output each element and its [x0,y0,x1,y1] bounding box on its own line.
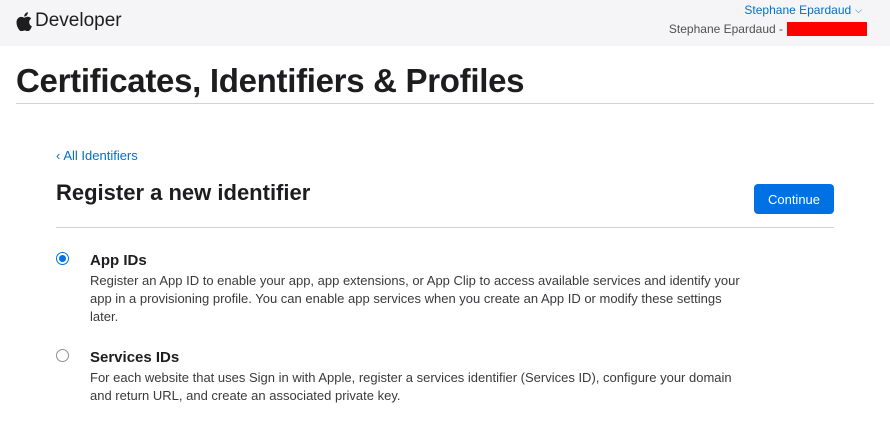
brand-label: Developer [35,10,122,31]
account-menu[interactable]: Stephane Epardaud ⌵ [744,3,862,17]
option-description: Register an App ID to enable your app, a… [90,273,740,324]
chevron-down-icon: ⌵ [855,4,862,15]
title-divider [16,103,874,104]
apple-logo-icon [16,11,32,31]
radio-app-ids[interactable] [56,252,69,265]
account-name: Stephane Epardaud [744,3,852,17]
team-label: Stephane Epardaud - [668,22,783,36]
team-selector[interactable]: Stephane Epardaud - [669,22,867,36]
developer-logo[interactable]: Developer [16,9,122,33]
section-title: Register a new identifier [56,180,311,205]
section-divider [56,227,834,228]
option-label[interactable]: Services IDs [90,349,179,366]
page-title: Certificates, Identifiers & Profiles [16,62,525,99]
option-description: For each website that uses Sign in with … [90,370,732,403]
chevron-left-icon: ‹ [56,148,61,163]
radio-services-ids[interactable] [56,349,69,362]
back-link-label: All Identifiers [63,148,138,163]
redacted-team-id [787,22,867,36]
global-nav: Developer Stephane Epardaud ⌵ Stephane E… [0,0,890,46]
continue-button[interactable]: Continue [754,184,834,214]
back-to-identifiers-link[interactable]: ‹ All Identifiers [56,148,138,163]
option-label[interactable]: App IDs [90,252,147,269]
